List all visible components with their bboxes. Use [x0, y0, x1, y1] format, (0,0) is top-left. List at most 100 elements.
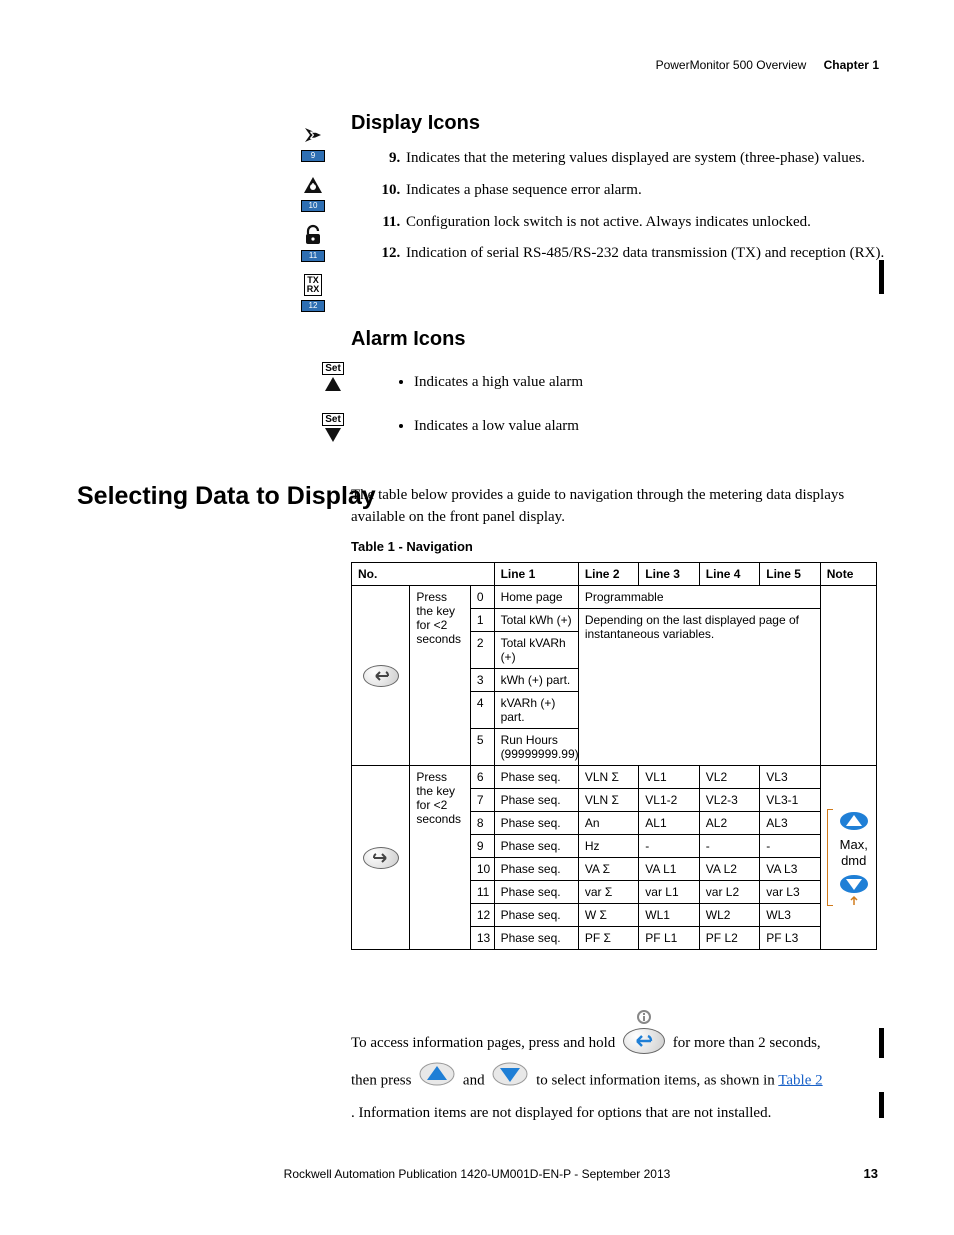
text: and: [463, 1072, 485, 1088]
doc-title: PowerMonitor 500 Overview: [656, 58, 807, 72]
cell-programmable: Programmable: [578, 586, 820, 609]
running-header: PowerMonitor 500 Overview Chapter 1: [656, 58, 879, 72]
list-item: Indicates a low value alarm: [414, 416, 884, 438]
alarm-icons-column: Set Set: [318, 362, 348, 464]
down-triangle-button-icon: [492, 1062, 528, 1100]
cell-l3: var L1: [639, 881, 699, 904]
table-row: Press the key for <2 seconds 0 Home page…: [352, 586, 877, 609]
cell-l3: VL1-2: [639, 789, 699, 812]
text: to select information items, as shown in: [536, 1072, 775, 1088]
cell-note-empty: [820, 586, 876, 766]
ref-11: 11: [301, 250, 325, 262]
cell-l3: PF L1: [639, 927, 699, 950]
heading-display-icons: Display Icons: [351, 112, 480, 135]
cell-l1: Phase seq.: [494, 904, 578, 927]
cell-l1: kWh (+) part.: [494, 669, 578, 692]
cell-l2: PF Σ: [578, 927, 638, 950]
cell-l5: -: [760, 835, 820, 858]
down-triangle-icon: [838, 874, 870, 894]
cell-no: 4: [470, 692, 494, 729]
ref-12: 12: [301, 300, 325, 312]
tx-rx-icon: TX RX: [304, 274, 323, 296]
cell-l3: -: [639, 835, 699, 858]
th-l5: Line 5: [760, 563, 820, 586]
text: for more than 2 seconds,: [673, 1035, 821, 1051]
cell-l1: Home page: [494, 586, 578, 609]
table-header-row: No. Line 1 Line 2 Line 3 Line 4 Line 5 N…: [352, 563, 877, 586]
list-item: Indicates a high value alarm: [414, 372, 884, 394]
info-paragraph: To access information pages, press and h…: [351, 1025, 881, 1124]
cell-l2: var Σ: [578, 881, 638, 904]
th-l1: Line 1: [494, 563, 578, 586]
cell-no: 1: [470, 609, 494, 632]
unlocked-icon: [302, 224, 324, 246]
heading-selecting-data: Selecting Data to Display: [77, 482, 376, 511]
text: . Information items are not displayed fo…: [351, 1102, 881, 1125]
cell-l3: AL1: [639, 812, 699, 835]
cell-l2: Hz: [578, 835, 638, 858]
cell-no: 6: [470, 766, 494, 789]
sigma-icon: Σ: [302, 124, 324, 146]
phase-error-icon: [302, 174, 324, 196]
cell-l4: PF L2: [699, 927, 759, 950]
cell-l5: VA L3: [760, 858, 820, 881]
heading-alarm-icons: Alarm Icons: [351, 328, 465, 351]
press-instruction: Press the key for <2 seconds: [410, 766, 470, 950]
list-item: Indicates that the metering values displ…: [404, 148, 894, 170]
svg-text:Σ: Σ: [310, 130, 317, 142]
cell-no: 11: [470, 881, 494, 904]
page-number: 13: [864, 1166, 878, 1181]
cell-no: 7: [470, 789, 494, 812]
list-item: Indication of serial RS-485/RS-232 data …: [404, 243, 894, 265]
cell-l2: W Σ: [578, 904, 638, 927]
back-arrow-button-icon: [352, 586, 410, 766]
alarm-low-icon: Set: [318, 413, 348, 444]
cell-l1: Run Hours (99999999.99): [494, 729, 578, 766]
th-note: Note: [820, 563, 876, 586]
display-icon-callouts: Σ 9 10 11 TX RX 12: [296, 124, 330, 312]
table-2-link[interactable]: Table 2: [778, 1072, 822, 1088]
table-row: Press the key for <2 seconds 6 Phase seq…: [352, 766, 877, 789]
footer-publication: Rockwell Automation Publication 1420-UM0…: [0, 1167, 954, 1181]
cell-no: 8: [470, 812, 494, 835]
cell-l3: WL1: [639, 904, 699, 927]
cell-l4: var L2: [699, 881, 759, 904]
th-l3: Line 3: [639, 563, 699, 586]
display-icons-list: Indicates that the metering values displ…: [378, 148, 894, 275]
cell-l1: Total kVARh (+): [494, 632, 578, 669]
ref-10: 10: [301, 200, 325, 212]
cell-depending: Depending on the last displayed page of …: [578, 609, 820, 766]
forward-arrow-button-icon: [352, 766, 410, 950]
cell-l1: Phase seq.: [494, 881, 578, 904]
cell-l1: Total kWh (+): [494, 609, 578, 632]
cell-l1: Phase seq.: [494, 858, 578, 881]
th-l2: Line 2: [578, 563, 638, 586]
cell-l4: WL2: [699, 904, 759, 927]
cell-l1: Phase seq.: [494, 789, 578, 812]
cell-l2: VLN Σ: [578, 789, 638, 812]
back-arrow-info-button-icon: [623, 1026, 665, 1062]
cell-l1: Phase seq.: [494, 835, 578, 858]
chapter-label: Chapter 1: [824, 58, 879, 72]
up-triangle-icon: [838, 811, 870, 831]
set-label: Set: [322, 362, 344, 375]
cell-l2: VA Σ: [578, 858, 638, 881]
up-arrow-small-icon: [849, 896, 859, 906]
change-bar: [879, 260, 884, 294]
cell-no: 12: [470, 904, 494, 927]
cell-l4: VL2: [699, 766, 759, 789]
text: To access information pages, press and h…: [351, 1035, 615, 1051]
cell-no: 0: [470, 586, 494, 609]
alarm-high-icon: Set: [318, 362, 348, 393]
cell-l5: VL3-1: [760, 789, 820, 812]
cell-l1: kVARh (+) part.: [494, 692, 578, 729]
cell-no: 10: [470, 858, 494, 881]
list-item: Configuration lock switch is not active.…: [404, 212, 894, 234]
cell-l5: AL3: [760, 812, 820, 835]
cell-l2: An: [578, 812, 638, 835]
press-instruction: Press the key for <2 seconds: [410, 586, 470, 766]
text: then press: [351, 1072, 411, 1088]
cell-l4: VL2-3: [699, 789, 759, 812]
note-text: Max, dmd: [837, 837, 870, 868]
cell-l4: AL2: [699, 812, 759, 835]
